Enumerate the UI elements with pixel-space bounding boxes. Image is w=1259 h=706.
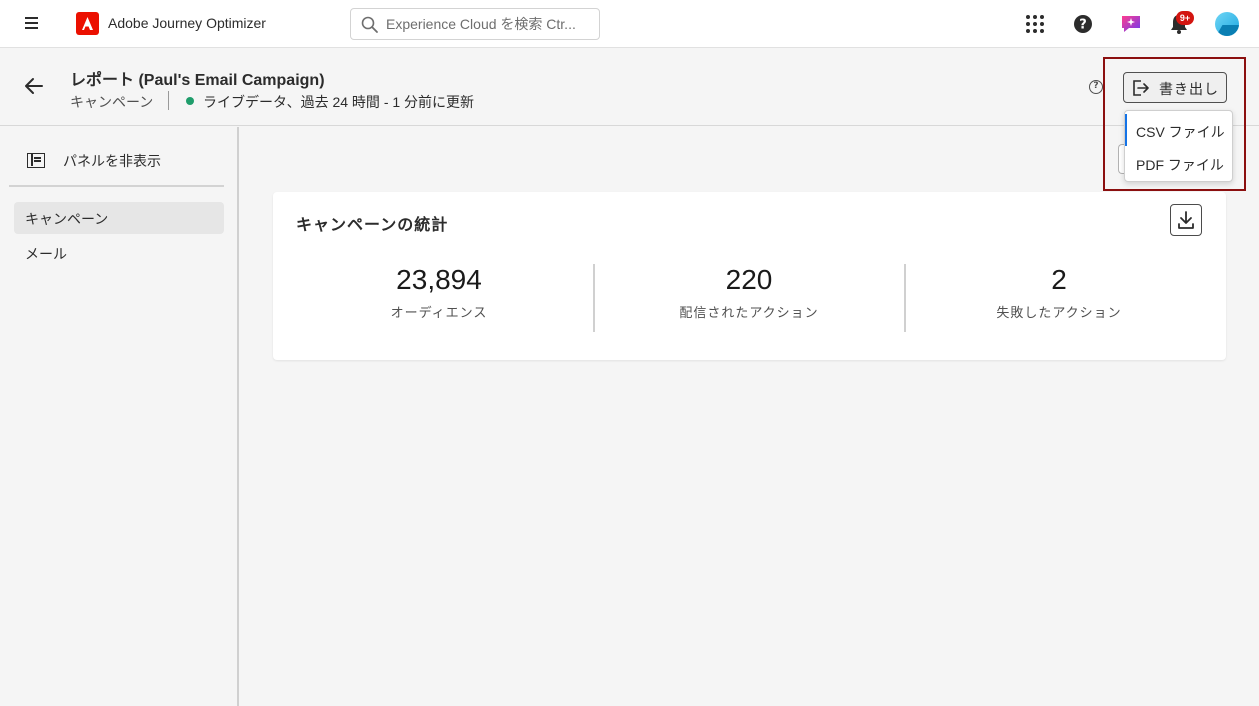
left-panel: パネルを非表示 キャンペーン メール bbox=[0, 127, 239, 706]
sidebar-item-email[interactable]: メール bbox=[14, 237, 224, 269]
stat-value: 2 bbox=[1051, 264, 1067, 295]
page-header: レポート (Paul's Email Campaign) キャンペーン ライブデ… bbox=[0, 49, 1259, 126]
campaign-type-label: キャンペーン bbox=[70, 94, 154, 110]
stat-failed: 2 失敗したアクション bbox=[959, 264, 1159, 321]
search-field[interactable] bbox=[350, 8, 600, 40]
sidebar-item-campaign[interactable]: キャンペーン bbox=[14, 202, 224, 234]
notification-badge: 9+ bbox=[1176, 11, 1194, 25]
campaign-stats-card: キャンペーンの統計 23,894 オーディエンス 220 配信されたアクション … bbox=[273, 192, 1226, 360]
stat-audience: 23,894 オーディエンス bbox=[339, 264, 539, 321]
stat-delivered: 220 配信されたアクション bbox=[649, 264, 849, 321]
page-title: レポート (Paul's Email Campaign) bbox=[70, 72, 325, 89]
stat-label: 失敗したアクション bbox=[996, 305, 1122, 320]
download-icon bbox=[1178, 211, 1194, 229]
help-icon[interactable]: ? bbox=[1071, 12, 1095, 36]
info-help-icon[interactable]: ? bbox=[1089, 80, 1103, 94]
adobe-logo bbox=[76, 12, 99, 35]
highlight-annotation bbox=[1103, 57, 1246, 191]
apps-grid-icon[interactable] bbox=[1023, 12, 1047, 36]
card-title: キャンペーンの統計 bbox=[296, 217, 449, 234]
svg-text:?: ? bbox=[1079, 18, 1087, 33]
stat-value: 220 bbox=[725, 264, 773, 295]
back-arrow-icon[interactable] bbox=[22, 74, 46, 98]
subtitle-divider bbox=[168, 91, 169, 110]
stat-divider bbox=[593, 264, 595, 332]
live-data-status: ライブデータ、過去 24 時間 - 1 分前に更新 bbox=[203, 94, 475, 110]
search-icon bbox=[361, 16, 378, 33]
live-status-dot bbox=[186, 97, 194, 105]
download-button[interactable] bbox=[1170, 204, 1202, 236]
stat-divider bbox=[904, 264, 906, 332]
stat-value: 23,894 bbox=[396, 264, 482, 295]
search-input[interactable] bbox=[386, 14, 591, 34]
ai-assistant-icon[interactable] bbox=[1119, 12, 1143, 36]
stat-label: オーディエンス bbox=[390, 305, 488, 320]
app-title[interactable]: Adobe Journey Optimizer bbox=[108, 15, 266, 31]
top-bar: Adobe Journey Optimizer ? 9+ bbox=[0, 0, 1259, 48]
user-avatar[interactable] bbox=[1215, 12, 1239, 36]
hide-panel-button[interactable]: パネルを非表示 bbox=[27, 150, 227, 172]
panel-divider bbox=[9, 185, 224, 187]
menu-icon[interactable] bbox=[22, 14, 42, 34]
panel-icon bbox=[27, 153, 45, 168]
stat-label: 配信されたアクション bbox=[679, 305, 819, 320]
hide-panel-label: パネルを非表示 bbox=[63, 153, 161, 169]
